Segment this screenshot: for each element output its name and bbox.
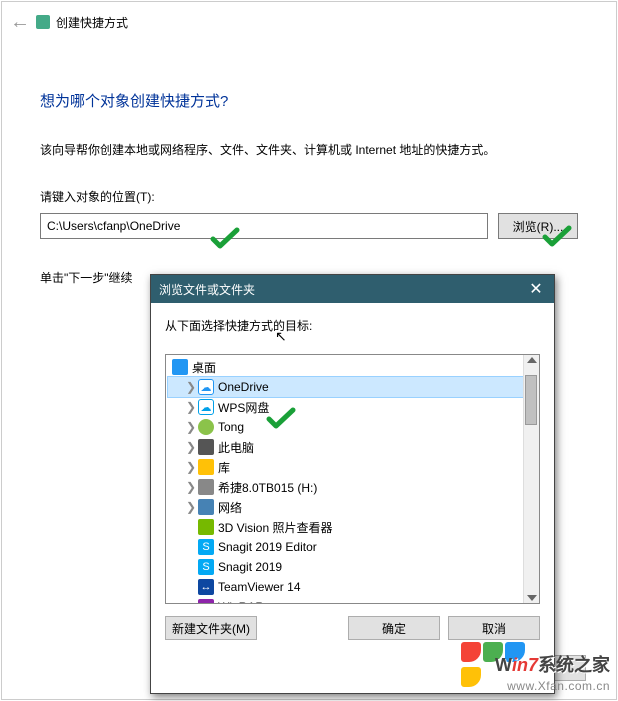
dialog-cancel-button[interactable]: 取消 [448, 616, 540, 640]
expand-icon[interactable]: ❯ [184, 380, 198, 394]
onedrive-icon: ☁ [198, 379, 214, 395]
location-label: 请键入对象的位置(T): [40, 188, 578, 205]
tree-node-network[interactable]: ❯ 网络 [168, 497, 537, 517]
new-folder-button[interactable]: 新建文件夹(M) [165, 616, 257, 640]
tree-scrollbar[interactable] [523, 355, 539, 603]
expand-icon[interactable]: ❯ [184, 440, 198, 454]
tree-label: TeamViewer 14 [218, 580, 301, 594]
tree-label: Snagit 2019 [218, 560, 282, 574]
folder-tree[interactable]: 桌面 ❯ ☁ OneDrive ❯ ☁ WPS网盘 ❯ Tong [165, 354, 540, 604]
tree-label: 3D Vision 照片查看器 [218, 519, 332, 536]
check-icon [266, 406, 296, 430]
dialog-title-text: 浏览文件或文件夹 [159, 281, 255, 298]
tree-node-user[interactable]: ❯ Tong [168, 417, 537, 437]
dialog-instruction: 从下面选择快捷方式的目标: [165, 317, 540, 334]
desktop-icon [172, 359, 188, 375]
tree-node-winrar[interactable]: WinRAR [168, 597, 537, 604]
expand-icon[interactable]: ❯ [184, 480, 198, 494]
wizard-top-bar: ← 创建快捷方式 [2, 2, 616, 42]
tree-node-drive[interactable]: ❯ 希捷8.0TB015 (H:) [168, 477, 537, 497]
tree-label: Snagit 2019 Editor [218, 540, 317, 554]
tree-node-libraries[interactable]: ❯ 库 [168, 457, 537, 477]
dialog-titlebar[interactable]: 浏览文件或文件夹 ✕ [151, 275, 554, 303]
snagit-icon: S [198, 559, 214, 575]
tree-label: WinRAR [218, 600, 264, 604]
tree-node-onedrive[interactable]: ❯ ☁ OneDrive [168, 377, 537, 397]
back-arrow-icon[interactable]: ← [10, 12, 30, 32]
expand-icon[interactable]: ❯ [184, 460, 198, 474]
tree-label: 网络 [218, 499, 242, 516]
tree-node-wps[interactable]: ❯ ☁ WPS网盘 [168, 397, 537, 417]
tree-node-snagit-editor[interactable]: S Snagit 2019 Editor [168, 537, 537, 557]
tree-label: Tong [218, 420, 244, 434]
tree-node-thispc[interactable]: ❯ 此电脑 [168, 437, 537, 457]
watermark-text: Win7系统之家 [495, 651, 610, 677]
tree-label: 库 [218, 459, 230, 476]
expand-icon[interactable]: ❯ [184, 500, 198, 514]
user-icon [198, 419, 214, 435]
shortcut-icon [36, 15, 50, 29]
close-icon[interactable]: ✕ [526, 279, 546, 299]
nvidia-icon [198, 519, 214, 535]
browse-folder-dialog: 浏览文件或文件夹 ✕ 从下面选择快捷方式的目标: 桌面 ❯ ☁ OneDrive… [150, 274, 555, 694]
wizard-description: 该向导帮你创建本地或网络程序、文件、文件夹、计算机或 Internet 地址的快… [40, 141, 578, 158]
tree-label: 此电脑 [218, 439, 254, 456]
wps-icon: ☁ [198, 399, 214, 415]
wizard-heading: 想为哪个对象创建快捷方式? [40, 90, 578, 111]
black-background-strip [2, 503, 152, 699]
scrollbar-thumb[interactable] [525, 375, 537, 425]
teamviewer-icon: ↔ [198, 579, 214, 595]
pc-icon [198, 439, 214, 455]
tree-label: 桌面 [192, 359, 216, 376]
ok-button[interactable]: 确定 [348, 616, 440, 640]
libraries-icon [198, 459, 214, 475]
tree-label: OneDrive [218, 380, 269, 394]
tree-node-snagit[interactable]: S Snagit 2019 [168, 557, 537, 577]
tree-node-desktop[interactable]: 桌面 [168, 357, 537, 377]
winrar-icon [198, 599, 214, 604]
tree-node-teamviewer[interactable]: ↔ TeamViewer 14 [168, 577, 537, 597]
snagit-icon: S [198, 539, 214, 555]
watermark-url: www.Xfan.com.cn [507, 679, 610, 693]
wizard-title: 创建快捷方式 [56, 14, 128, 31]
tree-label: WPS网盘 [218, 399, 269, 416]
expand-icon[interactable]: ❯ [184, 400, 198, 414]
check-icon [542, 224, 572, 248]
tree-node-3dvision[interactable]: 3D Vision 照片查看器 [168, 517, 537, 537]
network-icon [198, 499, 214, 515]
location-input[interactable] [40, 213, 488, 239]
expand-icon[interactable]: ❯ [184, 420, 198, 434]
wizard-body: 想为哪个对象创建快捷方式? 该向导帮你创建本地或网络程序、文件、文件夹、计算机或… [2, 42, 616, 286]
tree-label: 希捷8.0TB015 (H:) [218, 479, 317, 496]
check-icon [210, 226, 240, 250]
drive-icon [198, 479, 214, 495]
